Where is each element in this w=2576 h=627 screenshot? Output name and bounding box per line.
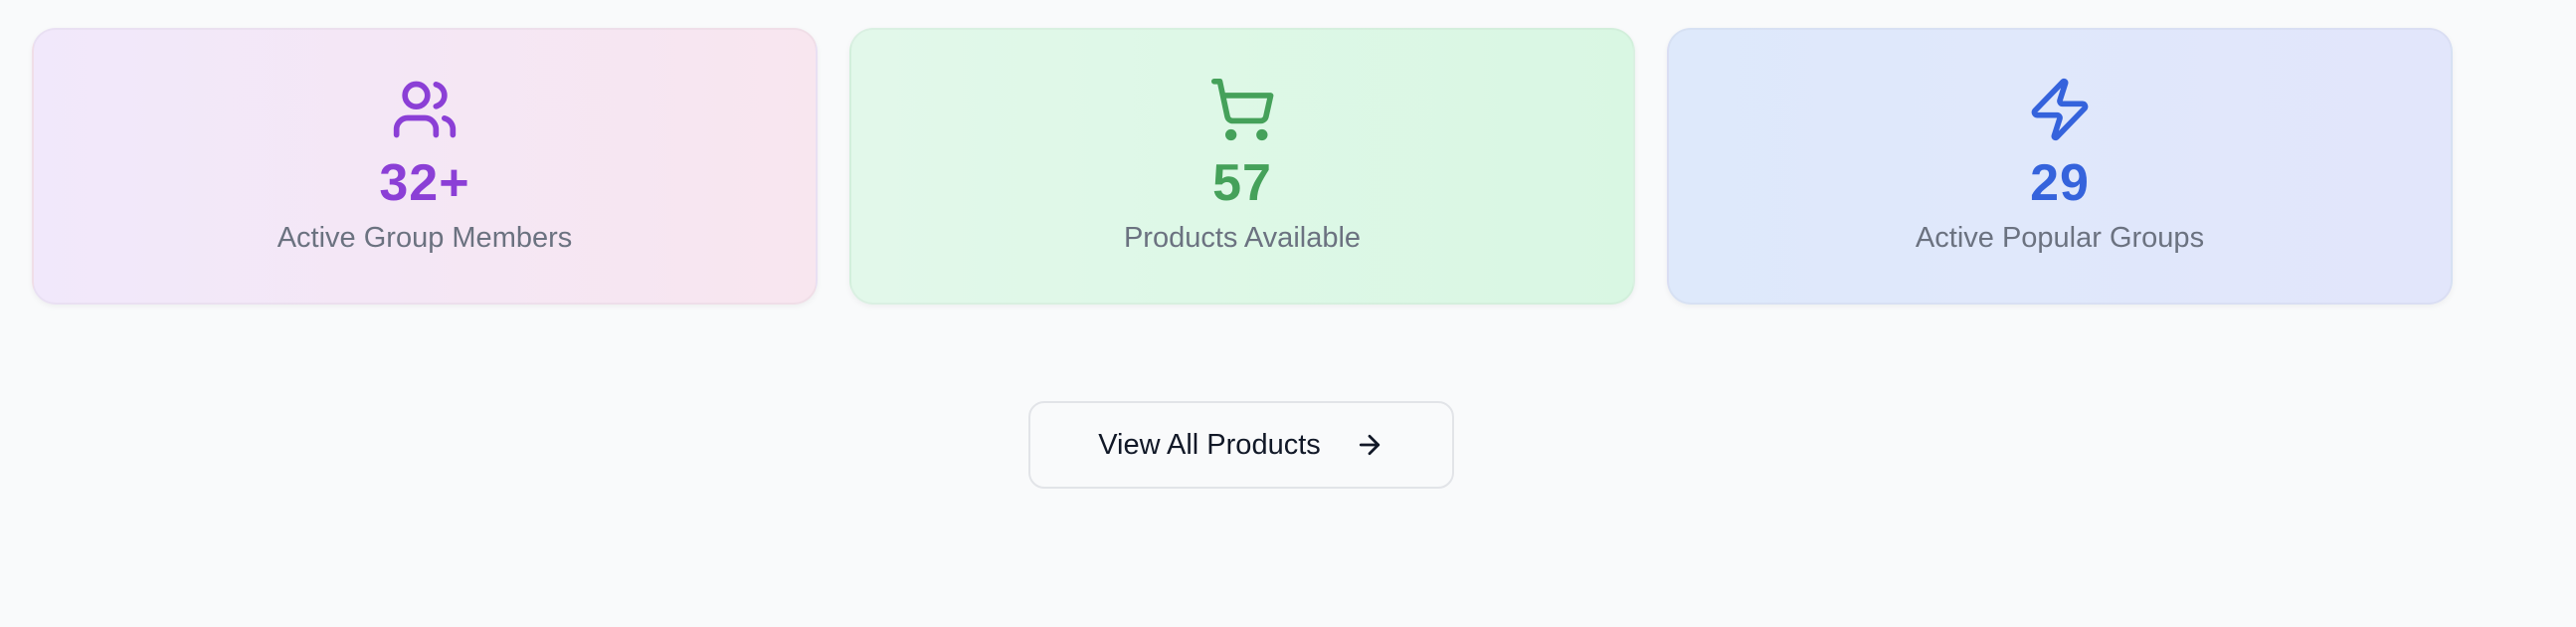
stat-value: 29 xyxy=(2030,154,2090,212)
stat-value: 57 xyxy=(1212,154,1272,212)
users-icon xyxy=(393,81,457,138)
stat-card-products: 57 Products Available xyxy=(849,28,1635,305)
stat-card-group-members: 32+ Active Group Members xyxy=(32,28,818,305)
stat-card-popular-groups: 29 Active Popular Groups xyxy=(1667,28,2453,305)
stat-label: Active Group Members xyxy=(276,222,573,254)
stat-label: Products Available xyxy=(1123,222,1362,254)
view-all-products-label: View All Products xyxy=(1098,428,1321,461)
lightning-bolt-icon xyxy=(2031,78,2089,141)
shopping-cart-icon xyxy=(1210,78,1274,141)
view-all-products-button[interactable]: View All Products xyxy=(1028,401,1454,489)
stats-section: 32+ Active Group Members 57 Products Ava… xyxy=(32,28,2453,305)
stat-label: Active Popular Groups xyxy=(1915,222,2205,254)
arrow-right-icon xyxy=(1359,434,1380,456)
stat-value: 32+ xyxy=(379,154,470,212)
